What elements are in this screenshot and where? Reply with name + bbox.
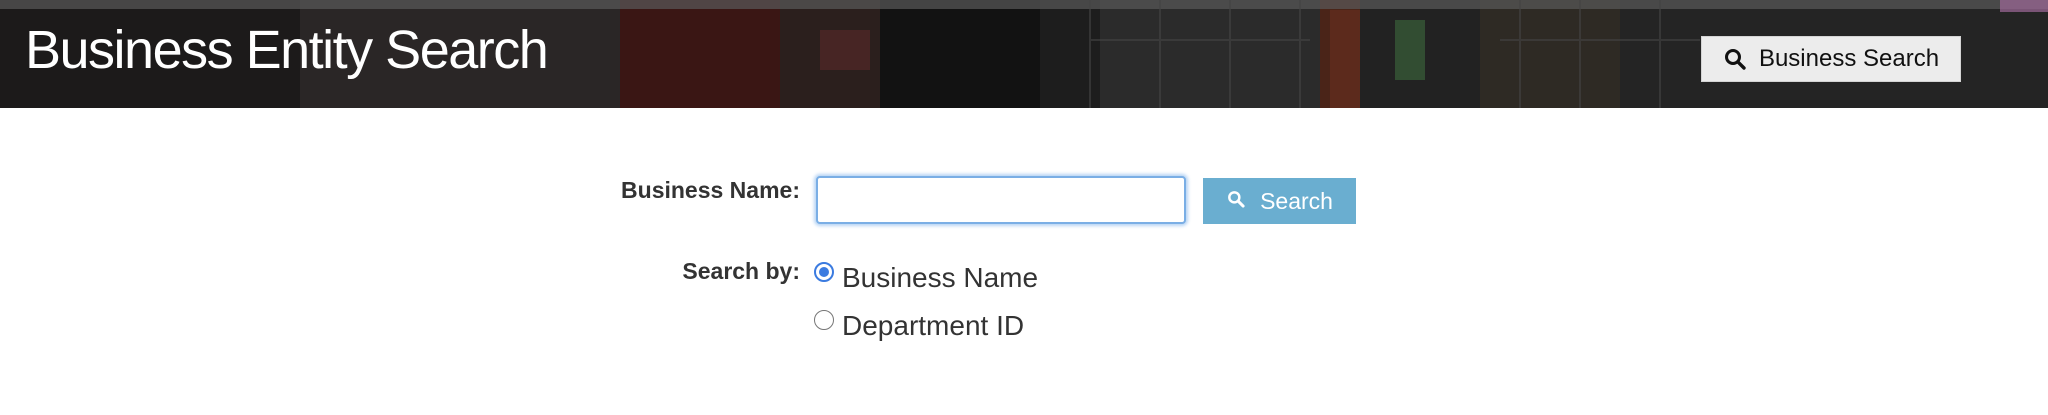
search-icon — [1226, 188, 1246, 215]
radio-label-department-id: Department ID — [842, 310, 1025, 341]
radio-button-department-id[interactable] — [814, 310, 834, 330]
business-name-label: Business Name: — [621, 177, 800, 203]
search-icon — [1723, 47, 1747, 71]
business-search-nav-button[interactable]: Business Search — [1701, 36, 1961, 82]
radio-button-business-name[interactable] — [814, 262, 834, 282]
page-title: Business Entity Search — [25, 20, 549, 80]
search-by-label: Search by: — [682, 258, 800, 284]
radio-option-department-id[interactable]: Department ID — [814, 310, 1024, 342]
search-button-label: Search — [1260, 187, 1333, 214]
business-search-nav-label: Business Search — [1758, 45, 1940, 72]
radio-label-business-name: Business Name — [842, 262, 1039, 293]
business-name-input[interactable] — [816, 176, 1186, 224]
search-button[interactable]: Search — [1203, 178, 1356, 224]
radio-option-business-name[interactable]: Business Name — [814, 262, 1038, 294]
page-header: Business Entity Search Business Search — [0, 0, 2048, 108]
